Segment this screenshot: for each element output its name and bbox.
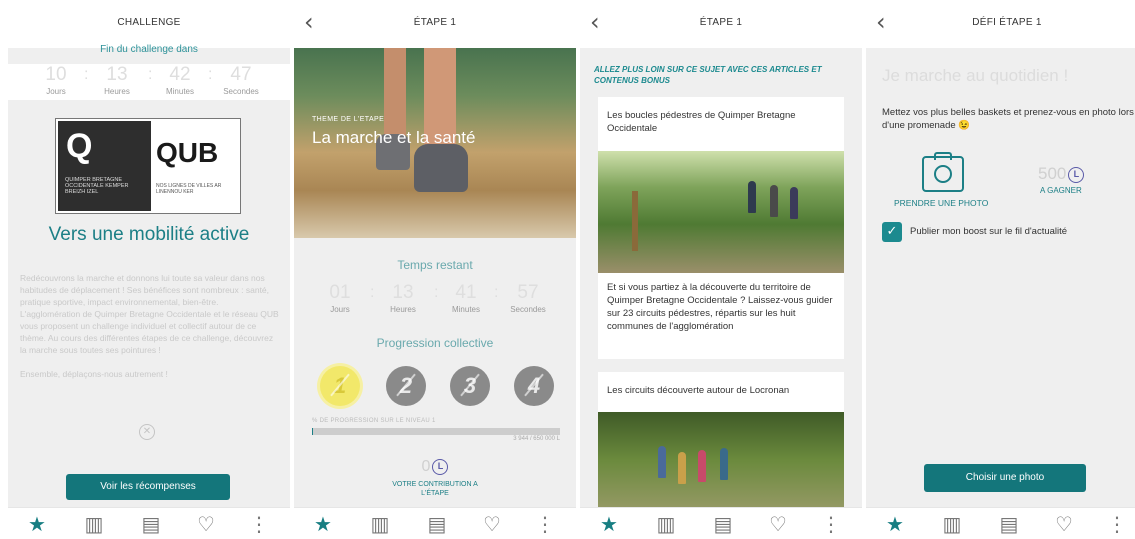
level-3-badge[interactable]: 3 — [450, 366, 490, 406]
newspaper-icon[interactable]: ▤ — [708, 511, 738, 537]
hero-title: La marche et la santé — [312, 128, 476, 147]
heart-pulse-icon[interactable]: ♡ — [763, 511, 793, 537]
agglomeration-logo: Q QUIMPER BRETAGNE OCCIDENTALE KEMPER BR… — [58, 121, 151, 211]
camera-icon[interactable] — [922, 152, 964, 192]
screen-title: CHALLENGE — [117, 17, 181, 28]
more-icon[interactable]: ⋮ — [816, 511, 846, 537]
countdown-caption: Fin du challenge dans — [100, 44, 198, 55]
coin-icon: L — [556, 436, 560, 442]
article-body: Et si vous partiez à la découverte du te… — [607, 282, 833, 332]
countdown: 01 Jours : 13 Heures : 41 Minutes : 57 Secon… — [294, 282, 576, 322]
step-screen: ‹ ÉTAPE 1 THEME DE L'ETAPE La marche et … — [294, 0, 576, 539]
challenge-description: Redécouvrons la marche et donnons lui to… — [20, 273, 279, 379]
progress-label: % DE PROGRESSION SUR LE NIVEAU 1 — [312, 418, 436, 424]
heart-pulse-icon[interactable]: ♡ — [1049, 511, 1079, 537]
progress-fill — [312, 428, 314, 435]
choose-photo-button[interactable]: Choisir une photo — [924, 464, 1086, 492]
more-icon[interactable]: ⋮ — [530, 511, 560, 537]
rewards-button[interactable]: Voir les récompenses — [66, 474, 230, 500]
remaining-time-label: Temps restant — [397, 258, 473, 272]
top-bar: ‹ ÉTAPE 1 — [580, 0, 862, 48]
countdown: 10 Jours : 13 Heures : 42 Minutes : 47 Secon… — [8, 64, 290, 100]
level-2-badge[interactable]: 2 — [386, 366, 426, 406]
star-icon[interactable]: ★ — [594, 511, 624, 537]
coin-icon: L — [1068, 166, 1085, 183]
newspaper-icon[interactable]: ▤ — [136, 511, 166, 537]
to-win-label: A GAGNER — [1040, 186, 1082, 195]
screen-title: ÉTAPE 1 — [413, 17, 457, 28]
star-icon[interactable]: ★ — [308, 511, 338, 537]
heart-pulse-icon[interactable]: ♡ — [477, 511, 507, 537]
points-value: 500 L — [1038, 164, 1085, 184]
buildings-icon[interactable]: ▥ — [79, 511, 109, 537]
more-icon[interactable]: ⋮ — [244, 511, 274, 537]
countdown-minutes: 42 Minutes — [165, 64, 194, 96]
challenge-screen: CHALLENGE Fin du challenge dans 10 Jours … — [8, 0, 290, 539]
countdown-hours: 13 Heures — [390, 282, 416, 314]
countdown-days: 10 Jours — [45, 64, 67, 96]
top-bar: ‹ ÉTAPE 1 — [294, 0, 576, 48]
tab-bar: ★ ▥ ▤ ♡ ⋮ — [8, 507, 290, 539]
star-icon[interactable]: ★ — [880, 511, 910, 537]
shoe-icon — [414, 144, 468, 192]
countdown-hours: 13 Heures — [104, 64, 130, 96]
coin-icon: L — [432, 458, 449, 475]
progress-value: 3 944 / 650 000 L — [513, 436, 560, 442]
article-card[interactable]: Les boucles pédestres de Quimper Bretagn… — [598, 97, 844, 359]
article-title: Les boucles pédestres de Quimper Bretagn… — [607, 110, 796, 134]
star-icon[interactable]: ★ — [22, 511, 52, 537]
bonus-heading: ALLEZ PLUS LOIN SUR CE SUJET AVEC CES AR… — [594, 65, 822, 85]
heart-pulse-icon[interactable]: ♡ — [191, 511, 221, 537]
buildings-icon[interactable]: ▥ — [365, 511, 395, 537]
countdown-seconds: 47 Secondes — [223, 64, 259, 96]
article-image — [598, 151, 844, 273]
countdown-seconds: 57 Secondes — [510, 282, 546, 314]
screen-title: ÉTAPE 1 — [699, 17, 743, 28]
newspaper-icon[interactable]: ▤ — [422, 511, 452, 537]
challenge-headline: Vers une mobilité active — [48, 224, 250, 245]
challenge-title: Je marche au quotidien ! — [882, 66, 1069, 85]
publish-label: Publier mon boost sur le fil d'actualité — [910, 226, 1068, 237]
publish-checkbox[interactable]: ✓ — [882, 222, 902, 242]
theme-label: THEME DE L'ETAPE — [312, 116, 385, 123]
screen-title: DÉFI ÉTAPE 1 — [972, 17, 1042, 28]
close-icon[interactable]: ✕ — [139, 424, 155, 440]
hero-image: THEME DE L'ETAPE La marche et la santé Q… — [294, 48, 576, 238]
article-title: Les circuits découverte autour de Locron… — [607, 385, 790, 396]
contribution-label: VOTRE CONTRIBUTION A L'ÉTAPE — [392, 481, 478, 497]
partner-logo: Q QUIMPER BRETAGNE OCCIDENTALE KEMPER BR… — [55, 118, 241, 214]
level-4-badge[interactable]: 4 — [514, 366, 554, 406]
contribution-value: 0L — [294, 458, 576, 476]
countdown-minutes: 41 Minutes — [451, 282, 480, 314]
challenge-description: Mettez vos plus belles baskets et prenez… — [882, 107, 1134, 131]
articles-screen: ‹ ÉTAPE 1 ALLEZ PLUS LOIN SUR CE SUJET A… — [580, 0, 862, 539]
newspaper-icon[interactable]: ▤ — [994, 511, 1024, 537]
buildings-icon[interactable]: ▥ — [937, 511, 967, 537]
tab-bar: ★ ▥ ▤ ♡ ⋮ — [294, 507, 576, 539]
take-photo-link[interactable]: PRENDRE UNE PHOTO — [894, 198, 988, 208]
collective-progress-label: Progression collective — [376, 336, 494, 350]
challenge-step-screen: ‹ DÉFI ÉTAPE 1 Je marche au quotidien ! … — [866, 0, 1135, 539]
countdown-days: 01 Jours — [329, 282, 351, 314]
tab-bar: ★ ▥ ▤ ♡ ⋮ — [580, 507, 862, 539]
level-1-badge[interactable]: 1 — [320, 366, 360, 406]
qub-logo: QUB — [156, 137, 219, 168]
progress-bar — [312, 428, 560, 435]
buildings-icon[interactable]: ▥ — [651, 511, 681, 537]
more-icon[interactable]: ⋮ — [1102, 511, 1132, 537]
tab-bar: ★ ▥ ▤ ♡ ⋮ — [866, 507, 1135, 539]
top-bar: CHALLENGE Fin du challenge dans — [8, 0, 290, 55]
top-bar: ‹ DÉFI ÉTAPE 1 — [866, 0, 1135, 48]
